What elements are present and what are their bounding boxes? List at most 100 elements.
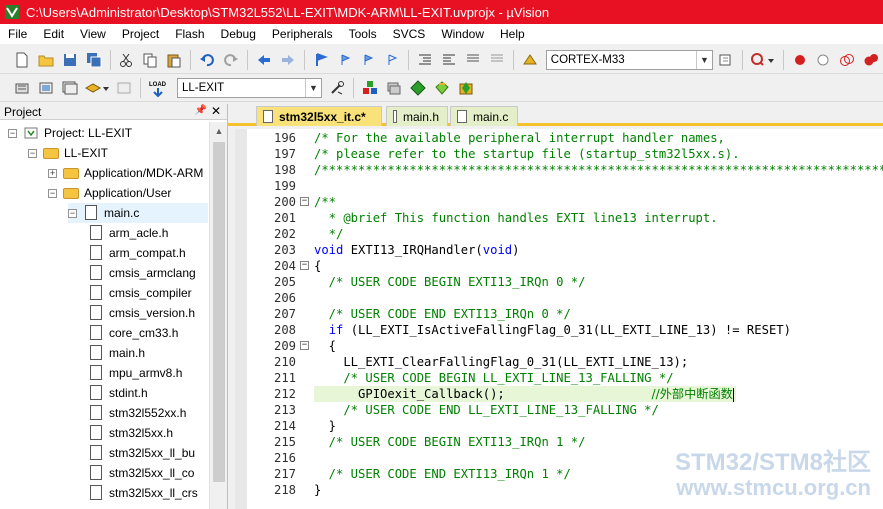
- editor-tab[interactable]: main.h: [386, 106, 448, 126]
- code-line[interactable]: 205 /* USER CODE BEGIN EXTI13_IRQn 0 */: [235, 274, 883, 290]
- tree-item[interactable]: arm_acle.h: [88, 223, 208, 243]
- code-line[interactable]: 200−/**: [235, 194, 883, 210]
- menu-file[interactable]: File: [0, 24, 35, 44]
- code-line[interactable]: 211 /* USER CODE BEGIN LL_EXTI_LINE_13_F…: [235, 370, 883, 386]
- collapse-icon[interactable]: −: [28, 148, 37, 158]
- bookmark-icon[interactable]: [310, 49, 332, 71]
- scrollbar-thumb[interactable]: [213, 142, 225, 482]
- pin-icon[interactable]: 📌: [195, 105, 207, 116]
- menu-help[interactable]: Help: [492, 24, 533, 44]
- code-line[interactable]: 204−{: [235, 258, 883, 274]
- tree-item[interactable]: − main.c: [68, 203, 208, 223]
- uncomment-icon[interactable]: [486, 49, 508, 71]
- tree-item[interactable]: stm32l5xx_ll_crs: [88, 483, 208, 503]
- editor-tab[interactable]: stm32l5xx_it.c*: [256, 106, 382, 126]
- next-bookmark-icon[interactable]: [358, 49, 380, 71]
- menu-project[interactable]: Project: [114, 24, 167, 44]
- undo-icon[interactable]: [196, 49, 218, 71]
- code-line[interactable]: 214 }: [235, 418, 883, 434]
- menu-edit[interactable]: Edit: [35, 24, 72, 44]
- menu-tools[interactable]: Tools: [341, 24, 385, 44]
- select-packs-icon[interactable]: [383, 77, 405, 99]
- device-combo[interactable]: CORTEX-M33 ▼: [545, 49, 713, 70]
- tree-item[interactable]: stm32l5xx_ll_bu: [88, 443, 208, 463]
- navigate-forward-icon[interactable]: [277, 49, 299, 71]
- comment-icon[interactable]: [462, 49, 484, 71]
- code-line[interactable]: 215 /* USER CODE BEGIN EXTI13_IRQn 1 */: [235, 434, 883, 450]
- download-load-icon[interactable]: LOAD: [146, 77, 170, 99]
- save-all-icon[interactable]: [83, 49, 105, 71]
- code-line[interactable]: 208 if (LL_EXTI_IsActiveFallingFlag_0_31…: [235, 322, 883, 338]
- tree-item[interactable]: stm32l5xx.h: [88, 423, 208, 443]
- navigate-back-icon[interactable]: [253, 49, 275, 71]
- code-line[interactable]: 197 /* please refer to the startup file (…: [235, 146, 883, 162]
- manage-rte-icon[interactable]: [407, 77, 429, 99]
- build-icon[interactable]: [35, 77, 57, 99]
- editor-tab[interactable]: main.c: [450, 106, 518, 126]
- zoom-search-icon[interactable]: [748, 49, 778, 71]
- collapse-icon[interactable]: −: [8, 128, 17, 138]
- code-line[interactable]: 198 /************************************…: [235, 162, 883, 178]
- open-folder-icon[interactable]: [35, 49, 57, 71]
- device-database-icon[interactable]: [519, 49, 541, 71]
- enable-breakpoint-icon[interactable]: [813, 49, 835, 71]
- code-line[interactable]: 206: [235, 290, 883, 306]
- collapse-icon[interactable]: −: [68, 208, 77, 218]
- project-tree-scrollbar[interactable]: ▲: [209, 122, 227, 509]
- save-icon[interactable]: [59, 49, 81, 71]
- copy-icon[interactable]: [139, 49, 161, 71]
- expand-icon[interactable]: +: [48, 168, 57, 178]
- code-line[interactable]: 210 LL_EXTI_ClearFallingFlag_0_31(LL_EXT…: [235, 354, 883, 370]
- fold-toggle-icon[interactable]: −: [300, 341, 309, 350]
- target-combo[interactable]: LL-EXIT ▼: [177, 77, 322, 98]
- pack-manager-icon[interactable]: [455, 77, 477, 99]
- tree-item[interactable]: − LL-EXIT: [28, 143, 208, 163]
- code-line[interactable]: 203 void EXTI13_IRQHandler(void): [235, 242, 883, 258]
- translate-icon[interactable]: [11, 77, 33, 99]
- tree-item[interactable]: − Application/User: [48, 183, 208, 203]
- redo-icon[interactable]: [220, 49, 242, 71]
- pack-installer-icon[interactable]: [431, 77, 453, 99]
- unindent-icon[interactable]: [438, 49, 460, 71]
- tree-item[interactable]: stdint.h: [88, 383, 208, 403]
- chevron-down-icon[interactable]: ▼: [305, 78, 321, 97]
- tree-item[interactable]: − Project: LL-EXIT: [8, 123, 208, 143]
- scroll-up-icon[interactable]: ▲: [210, 122, 228, 140]
- manage-project-items-icon[interactable]: [359, 77, 381, 99]
- tree-item[interactable]: cmsis_compiler: [88, 283, 208, 303]
- tree-item[interactable]: cmsis_armclang: [88, 263, 208, 283]
- code-line[interactable]: 196 /* For the available peripheral inter…: [235, 130, 883, 146]
- rebuild-icon[interactable]: [59, 77, 81, 99]
- batch-build-icon[interactable]: [83, 77, 111, 99]
- fold-toggle-icon[interactable]: −: [300, 197, 309, 206]
- find-in-files-icon[interactable]: [715, 49, 737, 71]
- code-line[interactable]: 207 /* USER CODE END EXTI13_IRQn 0 */: [235, 306, 883, 322]
- code-line[interactable]: 209− {: [235, 338, 883, 354]
- stop-build-icon[interactable]: [113, 77, 135, 99]
- menu-window[interactable]: Window: [433, 24, 492, 44]
- collapse-icon[interactable]: −: [48, 188, 57, 198]
- code-line[interactable]: 213 /* USER CODE END LL_EXTI_LINE_13_FAL…: [235, 402, 883, 418]
- code-line[interactable]: 201 * @brief This function handles EXTI …: [235, 210, 883, 226]
- tree-item[interactable]: stm32l5xx_ll_co: [88, 463, 208, 483]
- kill-all-breakpoints-icon[interactable]: [860, 49, 882, 71]
- tree-item[interactable]: cmsis_version.h: [88, 303, 208, 323]
- menu-debug[interactable]: Debug: [213, 24, 264, 44]
- menu-svcs[interactable]: SVCS: [385, 24, 434, 44]
- tree-item[interactable]: + Application/MDK-ARM: [48, 163, 208, 183]
- tree-item[interactable]: arm_compat.h: [88, 243, 208, 263]
- close-icon[interactable]: ✕: [211, 104, 221, 118]
- target-options-icon[interactable]: [326, 77, 348, 99]
- menu-peripherals[interactable]: Peripherals: [264, 24, 341, 44]
- menu-view[interactable]: View: [72, 24, 114, 44]
- paste-icon[interactable]: [163, 49, 185, 71]
- cut-icon[interactable]: [116, 49, 138, 71]
- menu-flash[interactable]: Flash: [167, 24, 212, 44]
- disable-all-breakpoints-icon[interactable]: [836, 49, 858, 71]
- fold-toggle-icon[interactable]: −: [300, 261, 309, 270]
- tree-item[interactable]: main.h: [88, 343, 208, 363]
- insert-breakpoint-icon[interactable]: [789, 49, 811, 71]
- chevron-down-icon[interactable]: ▼: [695, 50, 712, 69]
- code-line[interactable]: 202 */: [235, 226, 883, 242]
- clear-bookmarks-icon[interactable]: [381, 49, 403, 71]
